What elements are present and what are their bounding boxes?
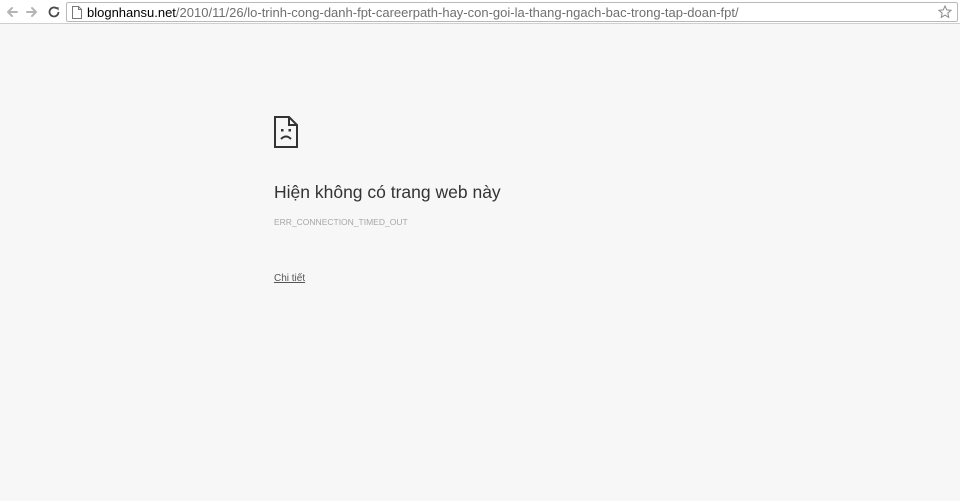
arrow-right-icon bbox=[26, 7, 37, 17]
browser-toolbar: blognhansu.net/2010/11/26/lo-trinh-cong-… bbox=[0, 0, 960, 24]
sad-page-icon bbox=[274, 116, 298, 148]
back-button[interactable] bbox=[3, 3, 21, 21]
url-text[interactable]: blognhansu.net/2010/11/26/lo-trinh-cong-… bbox=[87, 5, 936, 20]
error-title: Hiện không có trang web này bbox=[274, 182, 501, 202]
error-code: ERR_CONNECTION_TIMED_OUT bbox=[274, 217, 408, 227]
url-path: /2010/11/26/lo-trinh-cong-danh-fpt-caree… bbox=[175, 4, 739, 20]
forward-button[interactable] bbox=[23, 3, 41, 21]
bookmark-star-button[interactable] bbox=[936, 3, 954, 21]
details-link[interactable]: Chi tiết bbox=[274, 273, 305, 284]
page-icon bbox=[71, 5, 83, 19]
address-bar[interactable]: blognhansu.net/2010/11/26/lo-trinh-cong-… bbox=[66, 2, 958, 22]
url-host: blognhansu.net bbox=[87, 4, 176, 20]
reload-button[interactable] bbox=[45, 3, 63, 21]
reload-icon bbox=[48, 6, 60, 18]
arrow-left-icon bbox=[7, 7, 18, 17]
star-icon bbox=[938, 5, 952, 19]
